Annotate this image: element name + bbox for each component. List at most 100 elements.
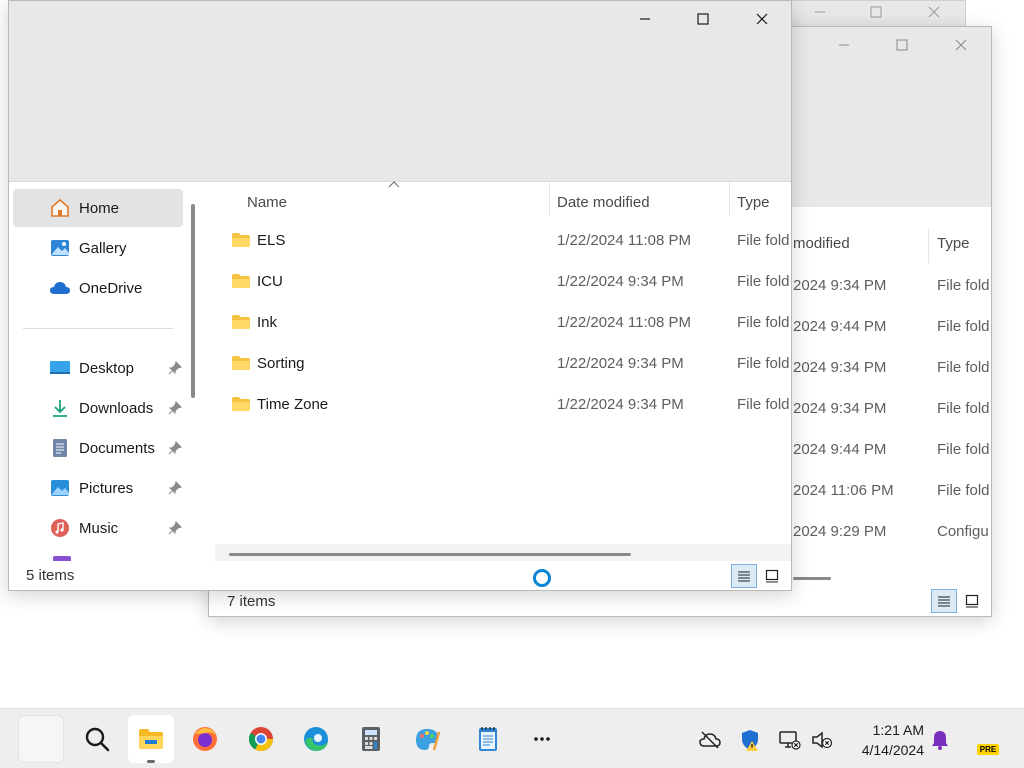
taskbar: 1:21 AM 4/14/2024 PRE [0, 708, 1024, 768]
nav-item-label: Gallery [79, 239, 127, 257]
column-header-name[interactable]: Name [247, 188, 287, 218]
file-date: 2024 9:44 PM [793, 318, 887, 335]
close-button[interactable] [905, 1, 963, 27]
file-row[interactable]: Sorting 1/22/2024 9:34 PM File fold [205, 343, 791, 384]
maximize-button[interactable] [847, 1, 905, 27]
details-view-icon [738, 571, 750, 582]
volume-muted-icon[interactable] [810, 728, 834, 752]
tiles-view-button[interactable] [759, 564, 785, 588]
nav-item-label: Home [79, 199, 120, 217]
file-row[interactable]: ELS 1/22/2024 11:08 PM File fold [205, 220, 791, 261]
security-warning-icon[interactable] [738, 728, 762, 752]
onedrive-offline-icon[interactable] [698, 728, 722, 752]
close-button[interactable] [932, 27, 990, 63]
scrollbar-thumb[interactable] [229, 553, 631, 556]
nav-item-gallery[interactable]: Gallery [13, 229, 183, 267]
title-bar[interactable] [9, 1, 791, 181]
maximize-button[interactable] [873, 27, 931, 63]
nav-item-documents[interactable]: Documents [13, 429, 183, 467]
file-name: ICU [257, 273, 283, 290]
file-date: 2024 9:44 PM [793, 441, 887, 458]
minimize-button[interactable] [815, 27, 873, 63]
nav-item-onedrive[interactable]: OneDrive [13, 269, 183, 307]
nav-item-downloads[interactable]: Downloads [13, 389, 183, 427]
notification-bell-icon[interactable] [928, 728, 952, 752]
pin-icon [168, 521, 182, 535]
loading-spinner-icon [533, 569, 551, 587]
taskbar-clock[interactable]: 1:21 AM 4/14/2024 [846, 720, 924, 760]
taskbar-calculator[interactable] [348, 715, 394, 763]
nav-item-music[interactable]: Music [13, 509, 183, 547]
maximize-icon [870, 6, 882, 18]
navigation-pane[interactable]: Home Gallery OneDrive Desktop Downloads … [9, 181, 205, 564]
maximize-button[interactable] [674, 1, 732, 37]
column-separator [928, 229, 929, 263]
taskbar-notepad[interactable] [465, 715, 511, 763]
taskbar-file-explorer[interactable] [128, 715, 174, 763]
taskbar-edge[interactable] [293, 715, 339, 763]
file-explorer-icon [139, 729, 163, 749]
tiles-view-icon [765, 569, 779, 583]
file-type: File fold [937, 318, 990, 335]
details-view-button[interactable] [931, 589, 957, 613]
nav-item-label: Desktop [79, 359, 135, 377]
minimize-button[interactable] [616, 1, 674, 37]
folder-icon [232, 315, 250, 329]
tiles-view-button[interactable] [959, 589, 985, 613]
close-button[interactable] [733, 1, 791, 37]
column-separator[interactable] [549, 182, 550, 216]
edge-icon [304, 727, 328, 751]
file-type: File fold [737, 273, 790, 290]
column-header-type[interactable]: Type [737, 188, 770, 218]
file-explorer-window[interactable]: Home Gallery OneDrive Desktop Downloads … [8, 0, 792, 591]
details-view-button[interactable] [731, 564, 757, 588]
search-icon [85, 727, 110, 752]
folder-icon [232, 397, 250, 411]
file-date: 1/22/2024 9:34 PM [557, 355, 684, 372]
file-row[interactable]: Ink 1/22/2024 11:08 PM File fold [205, 302, 791, 343]
minimize-button[interactable] [791, 1, 849, 27]
file-date: 1/22/2024 11:08 PM [557, 314, 691, 331]
nav-item-label: OneDrive [79, 279, 143, 297]
nav-scrollbar[interactable] [191, 204, 195, 398]
clock-date: 4/14/2024 [861, 742, 924, 758]
search-button[interactable] [74, 715, 120, 763]
column-header-date[interactable]: modified [793, 235, 850, 265]
pictures-icon [51, 480, 69, 496]
file-type: File fold [937, 441, 990, 458]
documents-icon [53, 439, 67, 457]
calculator-icon [362, 727, 380, 751]
horizontal-scrollbar[interactable] [793, 577, 831, 580]
pin-icon [168, 481, 182, 495]
start-button[interactable] [18, 715, 64, 763]
file-type: File fold [737, 355, 790, 372]
nav-item-desktop[interactable]: Desktop [13, 349, 183, 387]
minimize-icon [839, 44, 849, 46]
network-disconnected-icon[interactable] [777, 728, 801, 752]
home-icon [51, 198, 69, 217]
column-separator[interactable] [729, 182, 730, 216]
column-header-date[interactable]: Date modified [557, 188, 650, 218]
column-header-type[interactable]: Type [937, 235, 970, 265]
file-type: File fold [937, 359, 990, 376]
taskbar-chrome[interactable] [238, 715, 284, 763]
file-row[interactable]: Time Zone 1/22/2024 9:34 PM File fold [205, 384, 791, 425]
onedrive-icon [50, 282, 70, 294]
file-name: ELS [257, 232, 286, 249]
file-date: 1/22/2024 11:08 PM [557, 232, 691, 249]
file-list-pane[interactable]: Name Date modified Type ELS 1/22/2024 11… [205, 181, 791, 564]
file-type: File fold [937, 400, 990, 417]
nav-item-pictures[interactable]: Pictures [13, 469, 183, 507]
pin-icon [168, 441, 182, 455]
minimize-icon [640, 18, 650, 20]
maximize-icon [896, 39, 908, 51]
close-icon [756, 13, 768, 25]
nav-item-home[interactable]: Home [13, 189, 183, 227]
file-row[interactable]: ICU 1/22/2024 9:34 PM File fold [205, 261, 791, 302]
nav-divider [23, 328, 173, 329]
firefox-icon [193, 727, 217, 751]
more-apps-button[interactable] [519, 715, 565, 763]
taskbar-paint[interactable] [404, 715, 450, 763]
file-name: Sorting [257, 355, 305, 372]
taskbar-firefox[interactable] [182, 715, 228, 763]
